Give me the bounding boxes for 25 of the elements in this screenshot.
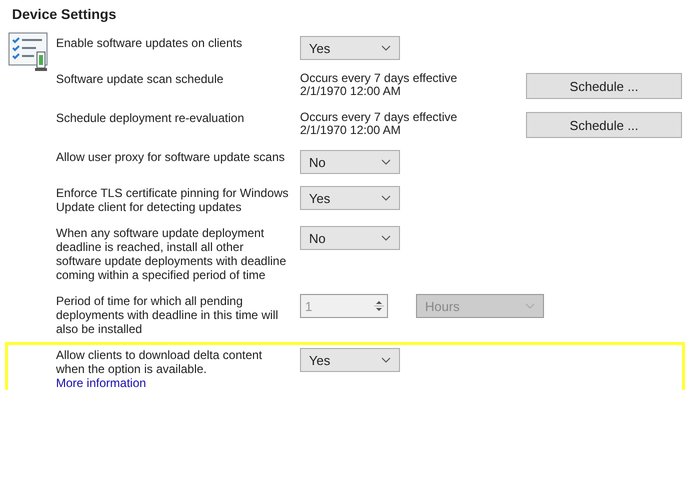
setting-label: When any software update deployment deadline is reached, install all other software update deployments with deadline coming within a specified period of time [56, 226, 288, 282]
schedule-description: Occurs every 7 days effective 2/1/1970 12:00 AM [300, 111, 458, 137]
setting-label: Software update scan schedule [56, 72, 224, 86]
dropdown[interactable]: No [300, 226, 400, 250]
dropdown[interactable]: Yes [300, 36, 400, 60]
setting-label: Period of time for which all pending deployments with deadline in this time will also be installed [56, 294, 280, 336]
chevron-down-icon [381, 45, 391, 51]
dropdown[interactable]: Yes [300, 348, 400, 372]
chevron-down-icon [525, 303, 535, 309]
more-information-link[interactable]: More information [56, 376, 146, 390]
schedule-button[interactable]: Schedule ... [526, 73, 682, 99]
chevron-down-icon [381, 357, 391, 363]
chevron-down-icon [381, 235, 391, 241]
dropdown[interactable]: No [300, 150, 400, 174]
setting-label: Enforce TLS certificate pinning for Windows Update client for detecting updates [56, 186, 290, 214]
schedule-description: Occurs every 7 days effective 2/1/1970 12:00 AM [300, 72, 458, 98]
setting-label: Allow clients to download delta content when the option is available. More information [56, 348, 264, 390]
setting-label: Schedule deployment re-evaluation [56, 111, 246, 125]
setting-label: Enable software updates on clients [56, 36, 244, 50]
dropdown[interactable]: Yes [300, 186, 400, 210]
chevron-down-icon [381, 195, 391, 201]
schedule-button[interactable]: Schedule ... [526, 112, 682, 138]
chevron-down-icon [381, 159, 391, 165]
section-title: Device Settings [11, 5, 118, 24]
setting-label: Allow user proxy for software update scans [56, 150, 286, 164]
